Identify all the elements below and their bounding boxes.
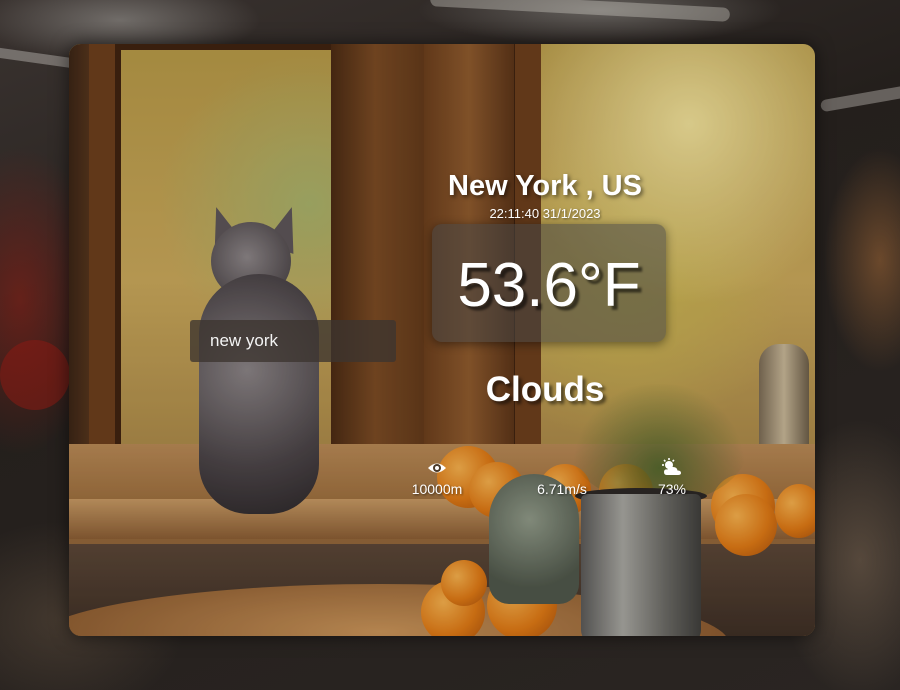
local-datetime: 22:11:40 31/1/2023 — [489, 206, 601, 221]
weather-card: New York , US 22:11:40 31/1/2023 53.6°F … — [69, 44, 815, 636]
paint-stroke — [819, 79, 900, 113]
paint-stroke — [0, 340, 70, 410]
city-title: New York , US — [448, 170, 642, 202]
wind-stat: 6.71m/s — [524, 458, 600, 497]
search-input[interactable] — [190, 320, 396, 362]
humidity-value: 73% — [657, 481, 687, 497]
paint-stroke — [429, 0, 731, 22]
temperature-box: 53.6°F — [432, 224, 666, 342]
temperature-value: 53.6°F — [457, 251, 641, 320]
wind-icon — [524, 458, 600, 478]
humidity-stat: 73% — [647, 458, 697, 497]
weather-condition: Clouds — [485, 370, 605, 409]
eye-icon — [404, 458, 470, 478]
visibility-stat: 10000m — [404, 458, 470, 497]
visibility-value: 10000m — [411, 481, 463, 497]
wind-value: 6.71m/s — [537, 481, 587, 497]
cloud-sun-icon — [647, 458, 697, 478]
